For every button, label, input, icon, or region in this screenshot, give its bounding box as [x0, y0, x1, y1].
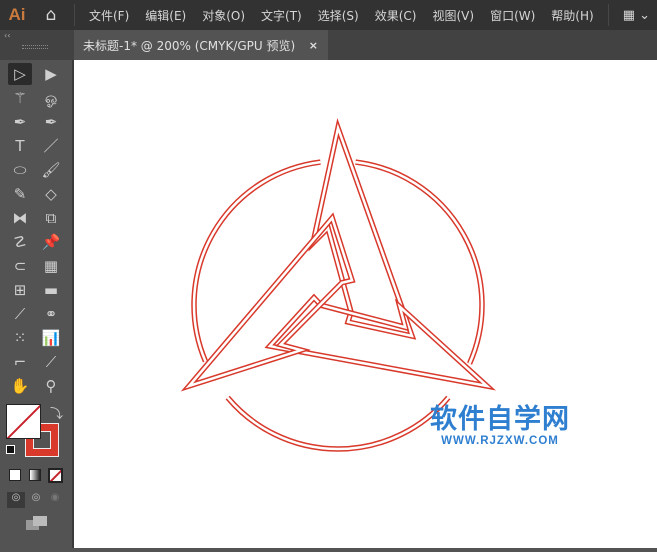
paintbrush-tool[interactable]: 🖌 — [39, 159, 63, 181]
menu-item[interactable]: 编辑(E) — [137, 7, 194, 24]
default-fill-stroke-icon[interactable] — [6, 445, 15, 454]
blend-tool[interactable]: ⚭ — [39, 303, 63, 325]
menu-item[interactable]: 效果(C) — [367, 7, 425, 24]
close-tab-icon[interactable]: × — [309, 39, 318, 52]
ellipse-tool[interactable]: ⬭ — [8, 159, 32, 181]
eyedropper-tool[interactable]: ⟋ — [8, 303, 32, 325]
divider — [607, 4, 609, 26]
menu-item[interactable]: 文字(T) — [253, 7, 310, 24]
toolbar-grip[interactable] — [22, 45, 48, 49]
logo-blade — [267, 295, 492, 389]
home-icon[interactable]: ⌂ — [34, 5, 68, 25]
column-graph-tool[interactable]: 📊 — [39, 327, 63, 349]
watermark-cn: 软件自学网 — [430, 404, 570, 435]
collapse-panel-icon[interactable]: ‹‹ — [4, 31, 10, 40]
gradient-mode-button[interactable] — [29, 469, 41, 481]
lasso-tool[interactable]: ஓ — [39, 87, 63, 109]
shape-builder-tool[interactable]: ⊂ — [8, 255, 32, 277]
watermark-url: WWW.RJZXW.COM — [441, 435, 559, 447]
swap-fill-stroke-icon[interactable]: ⤵ — [50, 403, 63, 422]
gradient-tool[interactable]: ▬ — [39, 279, 63, 301]
pencil-tool[interactable]: ✎ — [8, 183, 32, 205]
watermark: 软件自学网 WWW.RJZXW.COM — [430, 404, 570, 448]
ring-arc — [355, 160, 484, 365]
scale-tool[interactable]: ⧉ — [39, 207, 63, 229]
ring-arc — [225, 395, 451, 452]
mesh-tool[interactable]: ⊞ — [8, 279, 32, 301]
ring-arc — [191, 159, 321, 363]
menu-item[interactable]: 选择(S) — [310, 7, 367, 24]
pen-tool[interactable]: ✒ — [8, 111, 32, 133]
screen-mode-icon[interactable] — [26, 516, 48, 530]
ring-arc — [226, 396, 450, 451]
ring-arc — [192, 160, 321, 362]
none-slash — [7, 405, 40, 438]
workspace-switcher-icon[interactable]: ▦ ⌄ — [623, 8, 650, 23]
none-mode-button[interactable] — [48, 468, 63, 483]
app-logo: Ai — [8, 5, 26, 24]
menu-bar: Ai ⌂ 文件(F) 编辑(E) 对象(O) 文字(T) 选择(S) 效果(C) 视图(V)… — [0, 0, 657, 30]
artboard-canvas[interactable] — [74, 60, 657, 548]
artboard-tool[interactable]: ⌐ — [8, 351, 32, 373]
divider — [74, 4, 75, 26]
menu-item[interactable]: 窗口(W) — [482, 7, 543, 24]
draw-behind-icon[interactable]: ◎ — [28, 492, 44, 508]
draw-normal-icon[interactable]: ◎ — [7, 492, 25, 508]
ring-arc — [355, 159, 485, 365]
symbol-sprayer-tool[interactable]: ⁙ — [8, 327, 32, 349]
draw-inside-icon[interactable]: ◉ — [47, 492, 63, 508]
document-tab[interactable]: 未标题-1* @ 200% (CMYK/GPU 预览) × — [74, 30, 328, 60]
magic-wand-tool[interactable]: ⚚ — [8, 87, 32, 109]
logo-artwork — [180, 117, 496, 452]
reflect-tool[interactable]: ⧓ — [8, 207, 32, 229]
color-mode-button[interactable] — [9, 469, 21, 481]
none-slash — [50, 470, 61, 481]
selection-tool[interactable]: ▷ — [8, 63, 32, 85]
document-tab-title: 未标题-1* @ 200% (CMYK/GPU 预览) — [83, 38, 296, 53]
eraser-tool[interactable]: ◇ — [39, 183, 63, 205]
perspective-grid-tool[interactable]: ▦ — [39, 255, 63, 277]
line-segment-tool[interactable]: ／ — [39, 135, 63, 157]
menu-item[interactable]: 视图(V) — [424, 7, 482, 24]
hand-tool[interactable]: ✋ — [8, 375, 32, 397]
menu-item[interactable]: 对象(O) — [194, 7, 253, 24]
menu-item[interactable]: 文件(F) — [81, 7, 137, 24]
menu-item[interactable]: 帮助(H) — [543, 7, 601, 24]
zoom-tool[interactable]: ⚲ — [39, 375, 63, 397]
menu-items: 文件(F) 编辑(E) 对象(O) 文字(T) 选择(S) 效果(C) 视图(V) 窗口(W)… — [81, 7, 602, 24]
puppet-warp-tool[interactable]: ☡ — [8, 231, 32, 253]
type-tool[interactable]: T — [8, 135, 32, 157]
pin-tool[interactable]: 📌 — [39, 231, 63, 253]
direct-selection-tool[interactable]: ▶ — [39, 63, 63, 85]
curvature-tool[interactable]: ✒ — [39, 111, 63, 133]
fill-swatch[interactable] — [6, 404, 41, 439]
document-tab-bar: 未标题-1* @ 200% (CMYK/GPU 预览) × — [74, 30, 657, 60]
slice-tool[interactable]: ⟋ — [39, 351, 63, 373]
screen-front — [33, 516, 47, 526]
